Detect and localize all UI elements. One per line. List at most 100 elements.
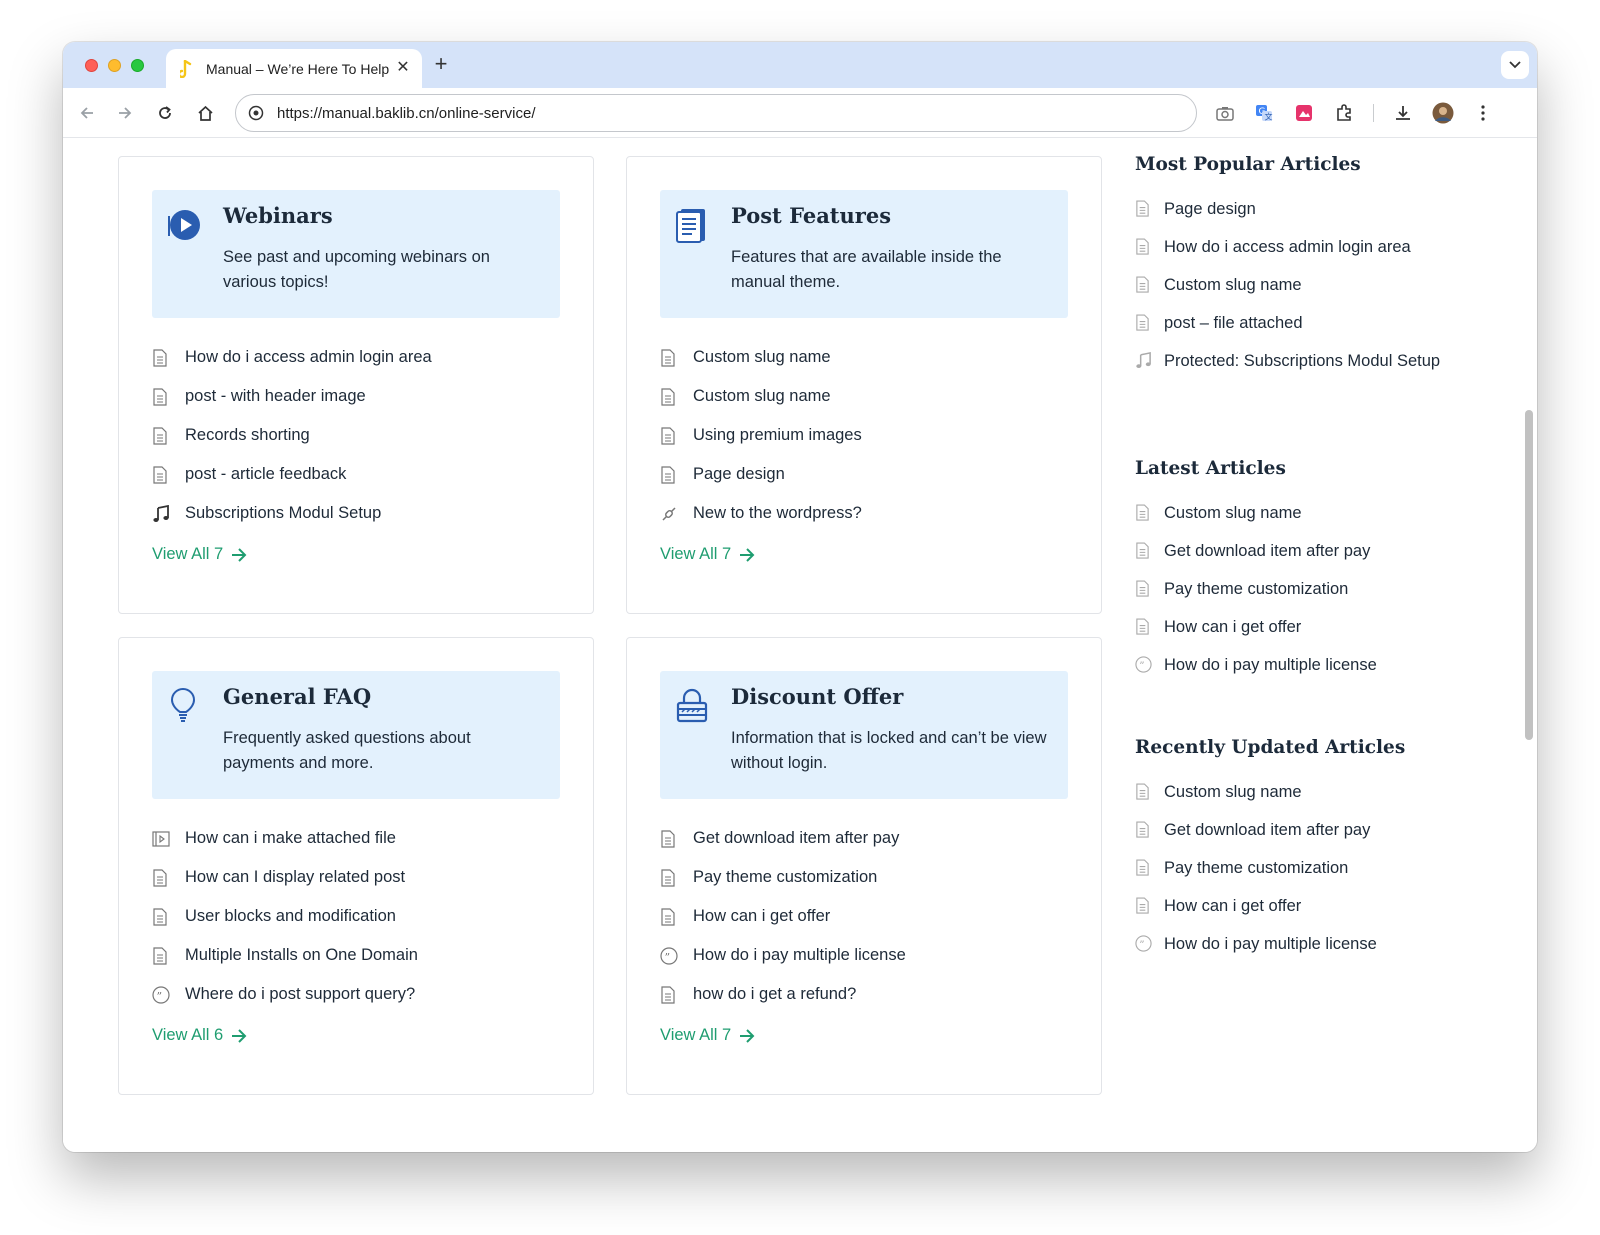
sidebar-article-link[interactable]: How can i get offer xyxy=(1135,615,1455,653)
article-link[interactable]: post - with header image xyxy=(152,377,432,416)
view-all-link[interactable]: View All 7 xyxy=(660,545,755,564)
article-link[interactable]: how do i get a refund? xyxy=(660,975,906,1014)
document-icon xyxy=(1135,311,1153,333)
card-header[interactable]: General FAQ Frequently asked questions a… xyxy=(152,671,560,799)
article-link[interactable]: Multiple Installs on One Domain xyxy=(152,936,418,975)
document-icon xyxy=(152,465,172,485)
article-link[interactable]: ” How do i pay multiple license xyxy=(660,936,906,975)
maximize-window-button[interactable] xyxy=(131,59,144,72)
sidebar-article-link[interactable]: Custom slug name xyxy=(1135,273,1455,311)
sidebar-heading: Latest Articles xyxy=(1135,458,1286,479)
reload-icon xyxy=(159,106,171,119)
arrow-right-icon xyxy=(231,547,247,562)
site-info-icon[interactable] xyxy=(247,104,265,122)
article-link[interactable]: How can i make attached file xyxy=(152,819,418,858)
camera-icon xyxy=(1216,106,1234,121)
document-icon xyxy=(152,946,172,966)
sidebar-article-link[interactable]: Pay theme customization xyxy=(1135,577,1455,615)
translate-icon: G文 xyxy=(1256,105,1273,122)
view-all-link[interactable]: View All 7 xyxy=(660,1026,755,1045)
close-window-button[interactable] xyxy=(85,59,98,72)
svg-text:文: 文 xyxy=(1265,112,1273,122)
sidebar-article-link[interactable]: Custom slug name xyxy=(1135,780,1455,818)
url-text: https://manual.baklib.cn/online-service/ xyxy=(277,104,536,122)
sidebar-article-link[interactable]: ” How do i pay multiple license xyxy=(1135,932,1455,970)
translate-extension-button[interactable]: G文 xyxy=(1250,99,1278,127)
card-title: General FAQ xyxy=(223,684,372,709)
sidebar-article-link[interactable]: Protected: Subscriptions Modul Setup xyxy=(1135,349,1455,387)
quote-icon: ” xyxy=(1135,653,1153,675)
card-header[interactable]: Webinars See past and upcoming webinars … xyxy=(152,190,560,318)
document-icon xyxy=(152,868,172,888)
home-button[interactable] xyxy=(191,99,219,127)
sidebar-article-link[interactable]: Custom slug name xyxy=(1135,501,1455,539)
article-link[interactable]: New to the wordpress? xyxy=(660,494,862,533)
document-icon xyxy=(660,907,680,927)
sidebar-article-link[interactable]: Get download item after pay xyxy=(1135,539,1455,577)
tab-close-icon[interactable]: ✕ xyxy=(394,59,412,77)
music-note-icon xyxy=(1135,349,1153,371)
sidebar-article-link[interactable]: Get download item after pay xyxy=(1135,818,1455,856)
sidebar-article-link[interactable]: Pay theme customization xyxy=(1135,856,1455,894)
browser-menu-button[interactable] xyxy=(1469,99,1497,127)
play-circle-icon xyxy=(166,206,204,244)
svg-text:”: ” xyxy=(665,951,671,964)
new-tab-button[interactable]: + xyxy=(430,53,452,76)
minimize-window-button[interactable] xyxy=(108,59,121,72)
quote-icon: ” xyxy=(1135,932,1153,954)
back-button[interactable] xyxy=(73,99,101,127)
card-header[interactable]: Post Features Features that are availabl… xyxy=(660,190,1068,318)
address-bar[interactable]: https://manual.baklib.cn/online-service/ xyxy=(235,94,1197,132)
article-link[interactable]: Custom slug name xyxy=(660,377,862,416)
sidebar-article-link[interactable]: Page design xyxy=(1135,197,1455,235)
screenshot-button[interactable] xyxy=(1211,99,1239,127)
article-link[interactable]: User blocks and modification xyxy=(152,897,418,936)
tab-search-button[interactable] xyxy=(1501,51,1529,79)
article-link[interactable]: post - article feedback xyxy=(152,455,432,494)
article-link[interactable]: Get download item after pay xyxy=(660,819,906,858)
article-link[interactable]: Using premium images xyxy=(660,416,862,455)
card-header[interactable]: Discount Offer Information that is locke… xyxy=(660,671,1068,799)
sidebar-article-link[interactable]: ” How do i pay multiple license xyxy=(1135,653,1455,691)
document-icon xyxy=(1135,273,1153,295)
sidebar-list: Custom slug name Get download item after… xyxy=(1135,780,1455,970)
sidebar-article-link[interactable]: How do i access admin login area xyxy=(1135,235,1455,273)
category-card-webinars: Webinars See past and upcoming webinars … xyxy=(118,156,594,614)
sidebar-popular: Most Popular Articles Page design How do… xyxy=(1135,154,1455,387)
profile-button[interactable] xyxy=(1429,99,1457,127)
article-link[interactable]: Pay theme customization xyxy=(660,858,906,897)
sidebar-article-link[interactable]: How can i get offer xyxy=(1135,894,1455,932)
article-link[interactable]: ” Where do i post support query? xyxy=(152,975,418,1014)
article-link[interactable]: How do i access admin login area xyxy=(152,338,432,377)
image-tool-icon xyxy=(1296,105,1312,121)
forward-button[interactable] xyxy=(111,99,139,127)
extensions-button[interactable] xyxy=(1330,99,1358,127)
arrow-right-icon xyxy=(231,1028,247,1043)
article-link[interactable]: Custom slug name xyxy=(660,338,862,377)
lightbulb-icon xyxy=(166,687,204,725)
sidebar-latest: Latest Articles Custom slug name Get dow… xyxy=(1135,458,1455,691)
document-icon xyxy=(1135,615,1153,637)
reload-button[interactable] xyxy=(151,99,179,127)
browser-tab-active[interactable]: Manual – We’re Here To Help ✕ xyxy=(166,49,422,88)
arrow-right-icon xyxy=(739,547,755,562)
card-title: Post Features xyxy=(731,203,892,228)
document-icon xyxy=(1135,197,1153,219)
view-all-link[interactable]: View All 7 xyxy=(152,545,247,564)
svg-text:”: ” xyxy=(157,990,163,1003)
page-scrollbar[interactable] xyxy=(1525,410,1533,740)
article-link[interactable]: How can i get offer xyxy=(660,897,906,936)
sidebar-recently-updated: Recently Updated Articles Custom slug na… xyxy=(1135,737,1455,970)
article-link[interactable]: Records shorting xyxy=(152,416,432,455)
card-title: Discount Offer xyxy=(731,684,904,709)
article-link[interactable]: How can I display related post xyxy=(152,858,418,897)
sidebar-article-link[interactable]: post – file attached xyxy=(1135,311,1455,349)
view-all-link[interactable]: View All 6 xyxy=(152,1026,247,1045)
arrow-right-icon xyxy=(739,1028,755,1043)
article-link[interactable]: Page design xyxy=(660,455,862,494)
article-list: How do i access admin login area post - … xyxy=(152,338,432,533)
image-extension-button[interactable] xyxy=(1290,99,1318,127)
downloads-button[interactable] xyxy=(1389,99,1417,127)
music-note-icon xyxy=(152,504,172,524)
article-link[interactable]: Subscriptions Modul Setup xyxy=(152,494,432,533)
